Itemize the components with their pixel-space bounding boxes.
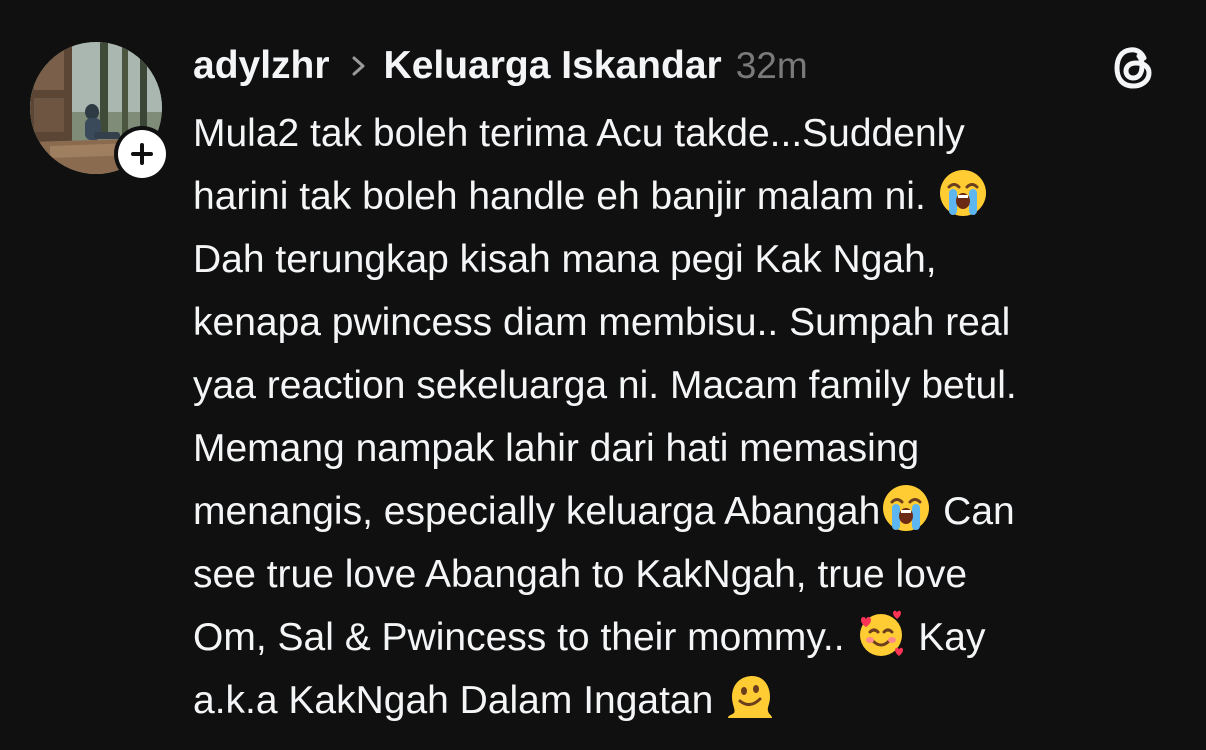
post-line: Memang nampak lahir dari hati memasing: [193, 417, 1183, 480]
thread-post: adylzhr Keluarga Iskandar 32m Mula2 tak …: [0, 0, 1206, 750]
loudly-crying-face-emoji: [937, 167, 989, 219]
post-line: Mula2 tak boleh terima Acu takde...Sudde…: [193, 102, 1183, 165]
post-header: adylzhr Keluarga Iskandar 32m: [193, 38, 808, 94]
post-line: yaa reaction sekeluarga ni. Macam family…: [193, 354, 1183, 417]
post-timestamp: 32m: [735, 45, 808, 86]
post-text: Can: [943, 490, 1015, 533]
plus-icon: [131, 143, 153, 165]
post-body: Mula2 tak boleh terima Acu takde...Sudde…: [193, 102, 1183, 732]
post-text: yaa reaction sekeluarga ni. Macam family…: [193, 364, 1017, 407]
username[interactable]: adylzhr: [193, 44, 330, 88]
post-text: harini tak boleh handle eh banjir malam …: [193, 175, 926, 218]
post-text: menangis, especially keluarga Abangah: [193, 490, 881, 533]
post-text: Memang nampak lahir dari hati memasing: [193, 427, 920, 470]
loudly-crying-face-emoji: [880, 482, 932, 534]
melting-face-emoji: [724, 671, 776, 723]
post-text: Kay: [918, 616, 986, 659]
post-line: kenapa pwincess diam membisu.. Sumpah re…: [193, 291, 1183, 354]
post-text: kenapa pwincess diam membisu.. Sumpah re…: [193, 301, 1011, 344]
chevron-right-icon: [352, 56, 365, 76]
post-text: Dah terungkap kisah mana pegi Kak Ngah,: [193, 238, 937, 281]
community-name[interactable]: Keluarga Iskandar: [384, 44, 722, 88]
post-line: Dah terungkap kisah mana pegi Kak Ngah,: [193, 228, 1183, 291]
post-line: see true love Abangah to KakNgah, true l…: [193, 543, 1183, 606]
post-line: harini tak boleh handle eh banjir malam …: [193, 165, 1183, 228]
post-line: Om, Sal & Pwincess to their mommy.. Kay: [193, 606, 1183, 669]
post-text: Mula2 tak boleh terima Acu takde...Sudde…: [193, 112, 965, 155]
post-line: menangis, especially keluarga Abangah Ca…: [193, 480, 1183, 543]
post-text: a.k.a KakNgah Dalam Ingatan: [193, 679, 714, 722]
post-line: a.k.a KakNgah Dalam Ingatan: [193, 669, 1183, 732]
post-text: Om, Sal & Pwincess to their mommy..: [193, 616, 845, 659]
post-text: see true love Abangah to KakNgah, true l…: [193, 553, 968, 596]
avatar-container[interactable]: [30, 42, 170, 182]
threads-logo-icon[interactable]: [1108, 42, 1160, 94]
follow-button[interactable]: [114, 126, 170, 182]
smiling-face-with-hearts-emoji: [855, 608, 907, 660]
